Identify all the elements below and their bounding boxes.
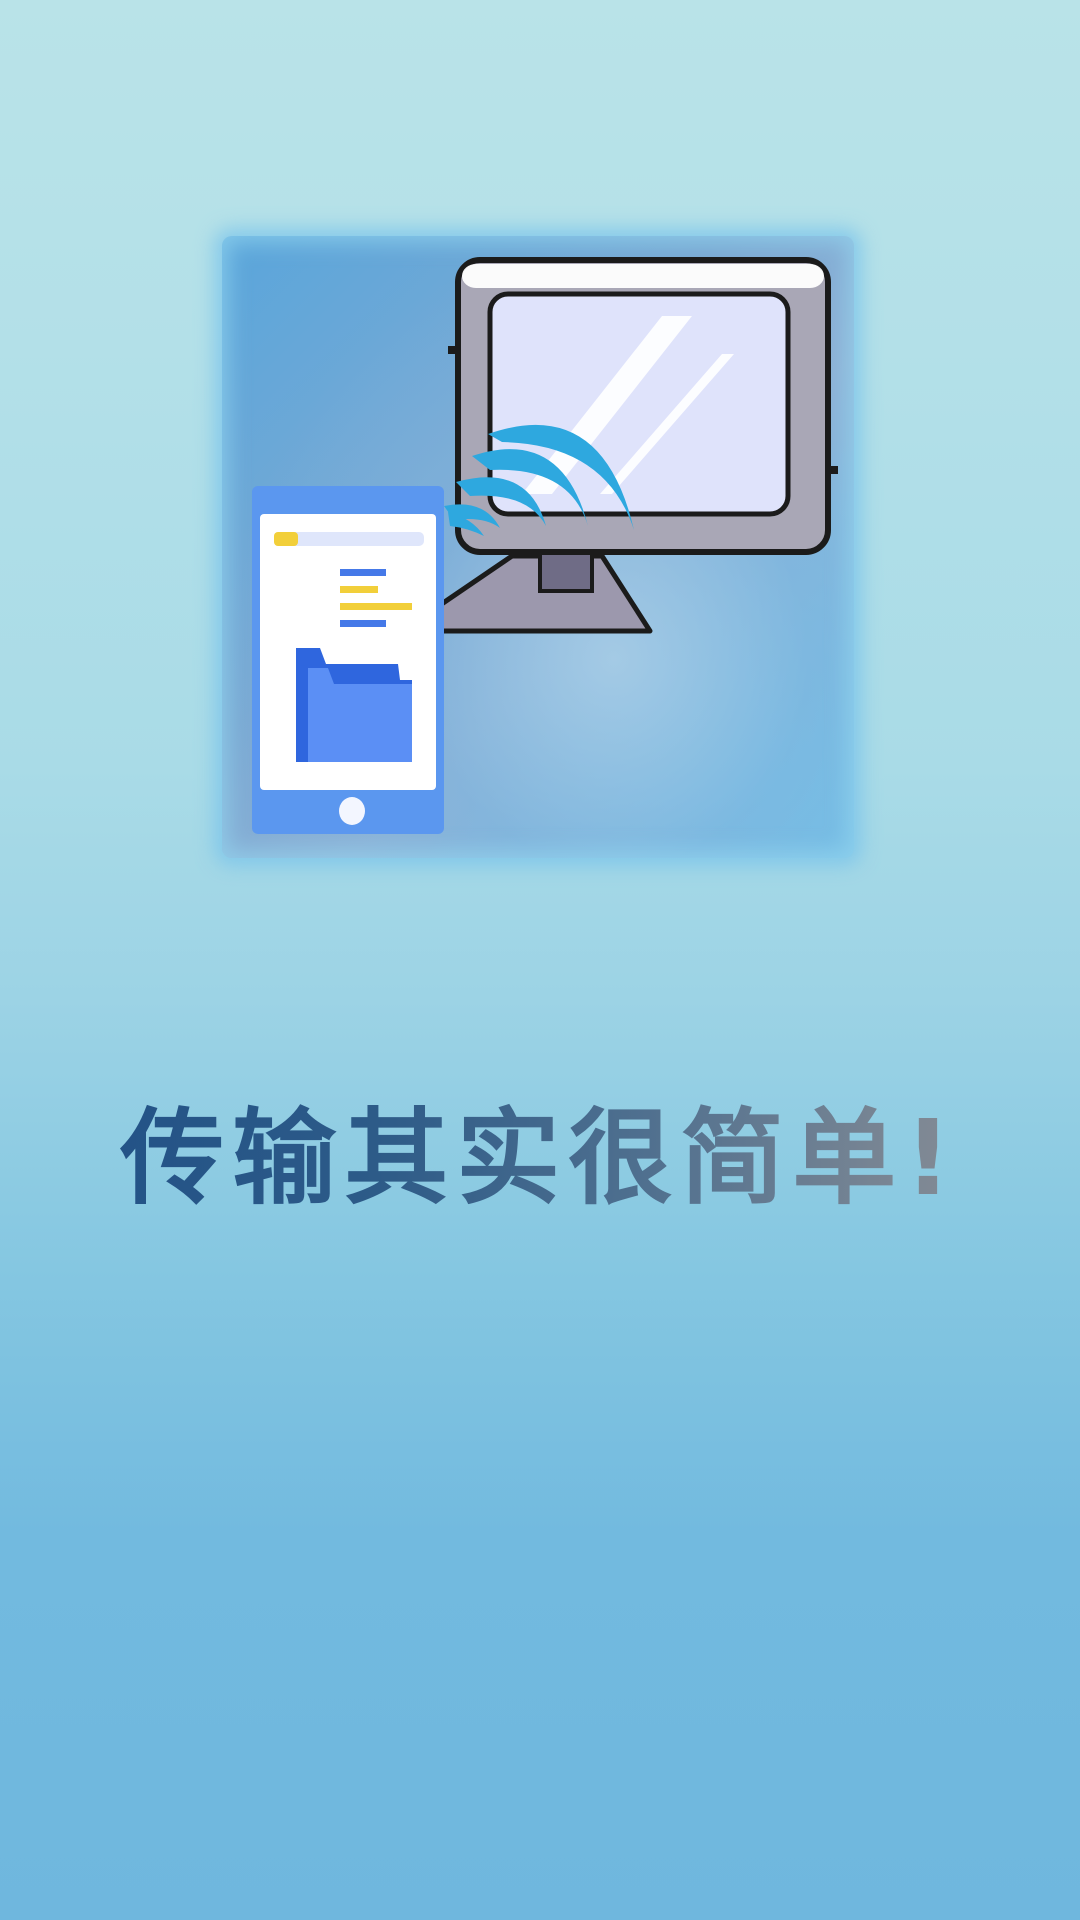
monitor-icon — [399, 257, 838, 634]
headline-text: 传输其实很简单! — [0, 1093, 1080, 1223]
transfer-illustration — [222, 236, 854, 858]
splash-screen: 传输其实很简单! — [0, 0, 1080, 1920]
folder-icon — [296, 648, 412, 762]
phone-icon — [252, 486, 444, 834]
